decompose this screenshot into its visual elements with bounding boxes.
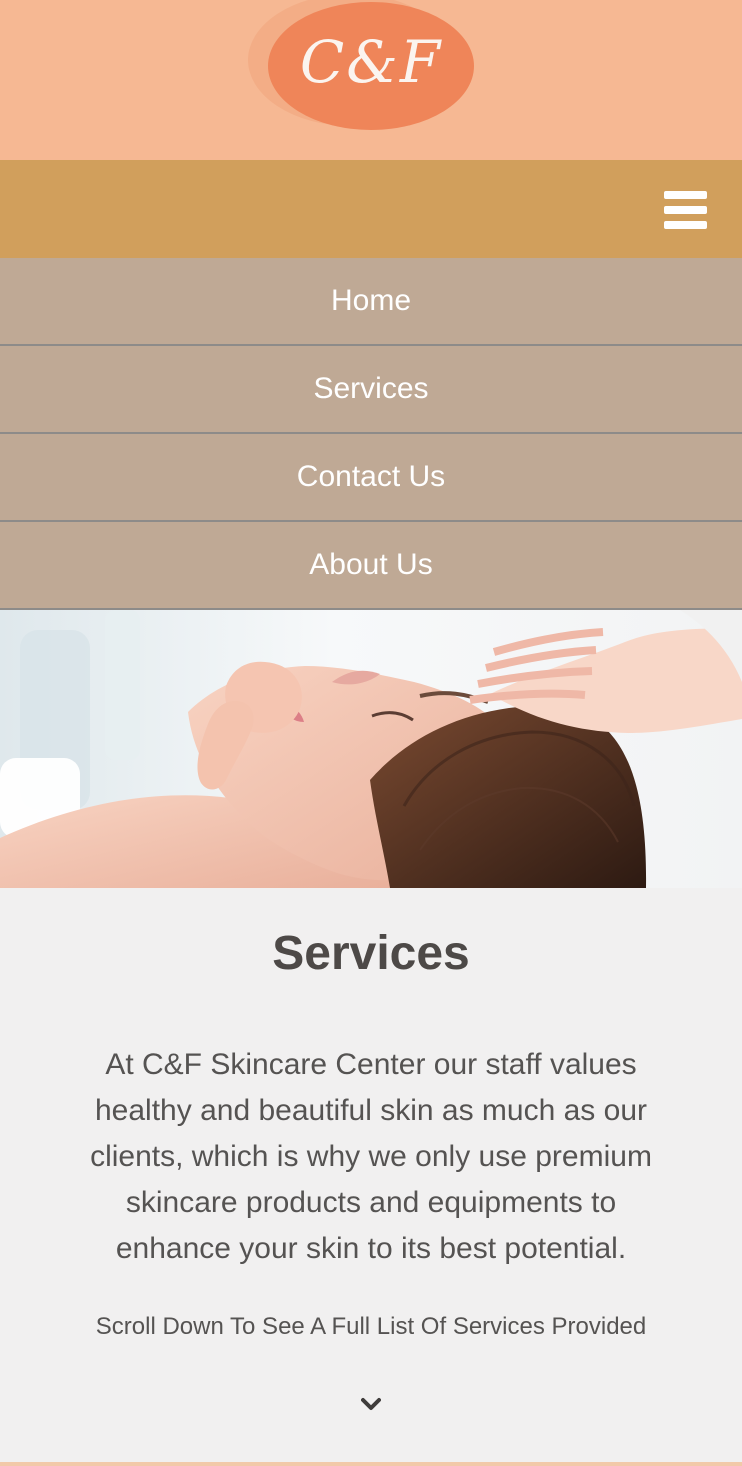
menu-item-services[interactable]: Services <box>0 346 742 434</box>
menu-item-home[interactable]: Home <box>0 258 742 346</box>
page-title: Services <box>272 927 470 980</box>
hamburger-line <box>664 191 707 199</box>
site-header: C&F <box>0 0 742 160</box>
hero-image <box>0 610 742 888</box>
site-logo[interactable]: C&F <box>268 2 474 130</box>
hamburger-menu-icon[interactable] <box>664 191 707 229</box>
menu-item-contact-us[interactable]: Contact Us <box>0 434 742 522</box>
logo-text: C&F <box>299 28 443 96</box>
services-description: At C&F Skincare Center our staff values … <box>90 1048 652 1265</box>
menu-item-about-us[interactable]: About Us <box>0 522 742 610</box>
navigation-bar <box>0 160 742 258</box>
bottom-divider <box>0 1462 742 1466</box>
scroll-hint-text: Scroll Down To See A Full List Of Servic… <box>95 1313 647 1340</box>
hamburger-line <box>664 206 707 214</box>
skincare-facial-illustration <box>0 610 742 888</box>
services-intro-section: Services At C&F Skincare Center our staf… <box>0 888 742 1466</box>
hamburger-line <box>664 221 707 229</box>
chevron-down-icon[interactable] <box>361 1396 381 1412</box>
navigation-menu: Home Services Contact Us About Us <box>0 258 742 610</box>
